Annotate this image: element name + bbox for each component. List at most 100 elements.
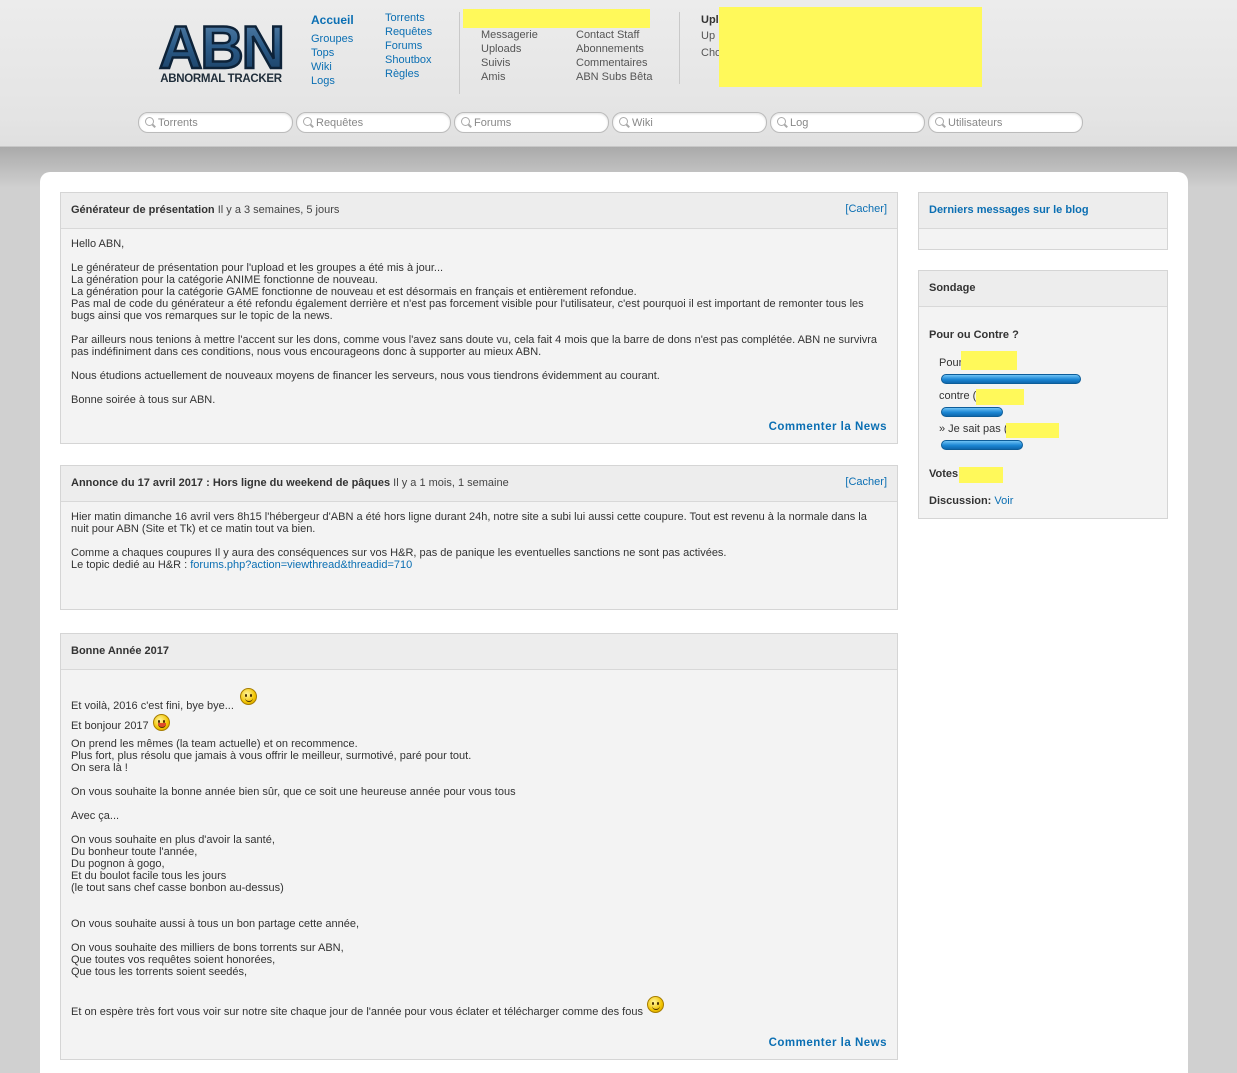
news-line: On vous souhaite des milliers de bons to… bbox=[71, 942, 344, 954]
site-header: ABN ABNORMAL TRACKER Accueil Groupes Top… bbox=[0, 0, 1237, 147]
comment-news-link[interactable]: Commenter la News bbox=[769, 1037, 887, 1049]
nav-secondary-column: Torrents Requêtes Forums Shoutbox Règles bbox=[385, 11, 432, 81]
user-commentaires[interactable]: Commentaires bbox=[576, 56, 652, 70]
topic-label: Le topic dedié au H&R : bbox=[71, 559, 191, 571]
nav-torrents[interactable]: Torrents bbox=[385, 11, 432, 25]
user-abonnements[interactable]: Abonnements bbox=[576, 42, 652, 56]
news-line: On vous souhaite en plus d'avoir la sant… bbox=[71, 834, 275, 846]
nav-divider bbox=[459, 12, 460, 94]
news-line: Et on espère très fort vous voir sur not… bbox=[71, 996, 887, 1018]
news-title: Annonce du 17 avril 2017 : Hors ligne du… bbox=[71, 477, 391, 489]
news-header: Générateur de présentation Il y a 3 sema… bbox=[61, 193, 897, 229]
blog-title-link[interactable]: Derniers messages sur le blog bbox=[929, 204, 1089, 216]
discussion-label: Discussion: bbox=[929, 495, 992, 507]
user-suivis[interactable]: Suivis bbox=[481, 56, 538, 70]
news-line: Du bonheur toute l'année, bbox=[71, 846, 198, 858]
search-forums-box[interactable] bbox=[454, 112, 609, 133]
user-messagerie[interactable]: Messagerie bbox=[481, 28, 538, 42]
news-line: On vous souhaite la bonne année bien sûr… bbox=[71, 786, 516, 798]
nav-wiki[interactable]: Wiki bbox=[311, 60, 354, 74]
news-line: Et du boulot facile tous les jours bbox=[71, 870, 227, 882]
redacted-value bbox=[1006, 423, 1059, 438]
nav-tops[interactable]: Tops bbox=[311, 46, 354, 60]
redacted-value bbox=[961, 351, 1017, 370]
user-menu-column: Messagerie Uploads Suivis Amis bbox=[481, 28, 538, 84]
news-line: On sera là ! bbox=[71, 762, 128, 774]
redacted-value bbox=[959, 467, 1003, 483]
search-icon bbox=[145, 117, 154, 126]
user-uploads[interactable]: Uploads bbox=[481, 42, 538, 56]
news-paragraph: Nous étudions actuellement de nouveaux m… bbox=[71, 370, 660, 382]
poll-box: Sondage Pour ou Contre ? Pour contre ( »… bbox=[918, 270, 1168, 519]
news-paragraph: Pas mal de code du générateur a été refo… bbox=[71, 298, 864, 322]
news-title: Bonne Année 2017 bbox=[71, 645, 170, 657]
smiley-tongue-icon bbox=[152, 714, 170, 731]
news-item: Annonce du 17 avril 2017 : Hors ligne du… bbox=[60, 465, 898, 610]
poll-question: Pour ou Contre ? bbox=[929, 329, 1019, 341]
search-forums-input[interactable] bbox=[474, 116, 602, 130]
svg-text:ABN: ABN bbox=[159, 18, 283, 81]
stats-divider bbox=[679, 12, 680, 84]
comment-news-link[interactable]: Commenter la News bbox=[769, 421, 887, 433]
news-paragraph: Comme a chaques coupures Il y aura des c… bbox=[71, 547, 727, 559]
search-torrents-box[interactable] bbox=[138, 112, 293, 133]
nav-groupes[interactable]: Groupes bbox=[311, 32, 354, 46]
news-line: Plus fort, plus résolu que jamais à vous… bbox=[71, 750, 472, 762]
svg-text:ABNORMAL TRACKER: ABNORMAL TRACKER bbox=[160, 73, 282, 85]
search-icon bbox=[461, 117, 470, 126]
search-requetes-input[interactable] bbox=[316, 116, 444, 130]
news-paragraph: Par ailleurs nous tenions à mettre l'acc… bbox=[71, 334, 878, 358]
abn-logo[interactable]: ABN ABNORMAL TRACKER bbox=[141, 18, 301, 86]
news-line: On prend les mêmes (la team actuelle) et… bbox=[71, 738, 358, 750]
news-paragraph: La génération pour la catégorie ANIME fo… bbox=[71, 274, 378, 286]
main-content: Générateur de présentation Il y a 3 sema… bbox=[40, 172, 1188, 1073]
news-line: Que tous les torrents soient seedés, bbox=[71, 966, 248, 978]
user-links-column: Contact Staff Abonnements Commentaires A… bbox=[576, 28, 652, 84]
news-paragraph: Le générateur de présentation pour l'upl… bbox=[71, 262, 444, 274]
news-line: On vous souhaite aussi à tous un bon par… bbox=[71, 918, 360, 930]
search-log-input[interactable] bbox=[790, 116, 918, 130]
nav-accueil[interactable]: Accueil bbox=[311, 13, 354, 27]
blog-box: Derniers messages sur le blog bbox=[918, 192, 1168, 250]
news-body: Hello ABN, Le générateur de présentation… bbox=[61, 229, 897, 415]
hide-news-link[interactable]: [Cacher] bbox=[845, 203, 887, 215]
search-requetes-box[interactable] bbox=[296, 112, 451, 133]
nav-requetes[interactable]: Requêtes bbox=[385, 25, 432, 39]
user-contact-staff[interactable]: Contact Staff bbox=[576, 28, 652, 42]
poll-title: Sondage bbox=[929, 282, 976, 294]
news-line: Et voilà, 2016 c'est fini, bye bye... bbox=[71, 684, 887, 712]
news-body: Et voilà, 2016 c'est fini, bye bye... Et… bbox=[61, 670, 897, 1027]
poll-votes-label: Votes bbox=[929, 468, 959, 480]
nav-regles[interactable]: Règles bbox=[385, 67, 432, 81]
news-title: Générateur de présentation bbox=[71, 204, 215, 216]
news-header: Annonce du 17 avril 2017 : Hors ligne du… bbox=[61, 466, 897, 502]
search-torrents-input[interactable] bbox=[158, 116, 286, 130]
search-log-box[interactable] bbox=[770, 112, 925, 133]
search-icon bbox=[303, 117, 312, 126]
search-users-box[interactable] bbox=[928, 112, 1083, 133]
user-amis[interactable]: Amis bbox=[481, 70, 538, 84]
user-abn-subs[interactable]: ABN Subs Bêta bbox=[576, 70, 652, 84]
poll-discussion: Discussion: Voir bbox=[929, 495, 1013, 507]
hide-news-link[interactable]: [Cacher] bbox=[845, 476, 887, 488]
nav-forums[interactable]: Forums bbox=[385, 39, 432, 53]
discussion-link[interactable]: Voir bbox=[994, 495, 1013, 507]
blog-header: Derniers messages sur le blog bbox=[919, 193, 1167, 229]
news-date: Il y a 1 mois, 1 semaine bbox=[393, 477, 509, 489]
redacted-stats bbox=[719, 7, 982, 87]
poll-header: Sondage bbox=[919, 271, 1167, 307]
hr-topic-link[interactable]: forums.php?action=viewthread&threadid=71… bbox=[190, 559, 412, 571]
search-users-input[interactable] bbox=[948, 116, 1076, 130]
search-wiki-box[interactable] bbox=[612, 112, 767, 133]
news-paragraph: Hier matin dimanche 16 avril vers 8h15 l… bbox=[71, 511, 867, 535]
search-wiki-input[interactable] bbox=[632, 116, 760, 130]
redacted-username bbox=[463, 9, 650, 28]
nav-shoutbox[interactable]: Shoutbox bbox=[385, 53, 432, 67]
nav-logs[interactable]: Logs bbox=[311, 74, 354, 88]
news-paragraph: La génération pour la catégorie GAME fon… bbox=[71, 286, 637, 298]
news-header: Bonne Année 2017 bbox=[61, 634, 897, 670]
news-item: Bonne Année 2017 Et voilà, 2016 c'est fi… bbox=[60, 633, 898, 1060]
news-paragraph: Le topic dedié au H&R : forums.php?actio… bbox=[71, 559, 887, 571]
news-body: Hier matin dimanche 16 avril vers 8h15 l… bbox=[61, 502, 897, 580]
poll-option-label: Pour bbox=[939, 357, 963, 369]
